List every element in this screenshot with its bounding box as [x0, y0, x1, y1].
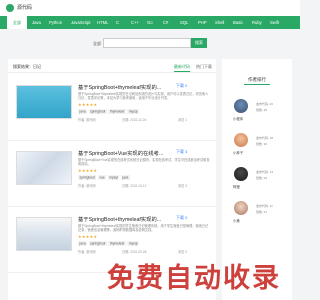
article-tags: springboot vue mysql java: [78, 174, 131, 180]
nav-item-shell[interactable]: Shell: [215, 16, 224, 29]
avatar[interactable]: [234, 201, 248, 215]
tag[interactable]: java: [120, 174, 130, 180]
article-date: 日期: 2022-10-12: [122, 184, 147, 188]
article-tags: java springboot thymeleaf mysql: [78, 240, 140, 246]
search-button[interactable]: 搜索: [191, 38, 207, 48]
download-badge: 下载 0: [176, 215, 188, 220]
author-name[interactable]: 小程序: [233, 116, 243, 121]
article-author: 作者: 源代码: [78, 118, 96, 122]
article-item[interactable]: 基于SpringBoot+Vue实现的在线考... 下载 3 基于SpringB…: [8, 141, 216, 207]
nav-item-python[interactable]: Python: [49, 16, 62, 29]
article-date: 日期: 2022-11-04: [122, 118, 147, 122]
praise-count: 赞数: 36: [256, 142, 268, 146]
article-author: 作者: 源代码: [78, 184, 96, 188]
tab-popular[interactable]: 热门下载: [196, 64, 212, 70]
ranking-item[interactable]: 发布代码: 11 赞数: 21 小美: [222, 199, 292, 233]
download-badge: 下载 0: [176, 83, 188, 88]
category-nav: 全部 Java Python JavaScript HTML C C++ Go …: [0, 16, 300, 29]
tag[interactable]: mysql: [107, 174, 120, 180]
nav-item-html[interactable]: HTML: [97, 16, 108, 29]
praise-count: 赞数: 21: [256, 210, 268, 214]
article-thumbnail[interactable]: [16, 85, 72, 119]
avatar[interactable]: [234, 99, 248, 113]
ranking-item[interactable]: 发布代码: 20 赞数: 45 小程序: [222, 97, 292, 131]
download-badge: 下载 3: [176, 149, 188, 154]
tag[interactable]: java: [78, 108, 88, 114]
article-tags: java springboot thymeleaf mysql: [78, 108, 140, 114]
nav-item-cpp[interactable]: C++: [131, 16, 139, 29]
article-date: 日期: 2022-09-28: [122, 250, 147, 254]
tab-latest[interactable]: 最新代码: [174, 64, 190, 72]
nav-item-swift[interactable]: Swift: [270, 16, 279, 29]
nav-item-all[interactable]: 全部: [7, 16, 27, 29]
site-name[interactable]: 源代码: [17, 4, 32, 11]
nav-item-csharp[interactable]: C#: [163, 16, 168, 29]
avatar[interactable]: [234, 167, 248, 181]
list-header: 搜索结果：日记 最新代码 热门下载: [8, 59, 216, 73]
article-views: 浏览 0: [178, 250, 188, 254]
article-views: 浏览 3: [178, 184, 188, 188]
nav-item-go[interactable]: Go: [147, 16, 153, 29]
code-count: 发布代码: 20: [256, 102, 274, 106]
praise-count: 赞数: 45: [256, 108, 268, 112]
nav-item-ruby[interactable]: Ruby: [252, 16, 262, 29]
logo-icon[interactable]: [6, 4, 14, 12]
tag[interactable]: thymeleaf: [108, 108, 126, 114]
tag[interactable]: springboot: [78, 174, 97, 180]
code-count: 发布代码: 11: [256, 204, 273, 208]
article-description: 基于SpringBoot+thymeleaf实现的学生宿舍日记管理系统，用于学生…: [78, 224, 209, 233]
nav-item-sql[interactable]: SQL: [180, 16, 188, 29]
article-description: 基于SpringBoot+thymeleaf实现的日记网站系统的设计与实现，用户…: [78, 92, 209, 101]
tag[interactable]: mysql: [127, 108, 139, 114]
article-title[interactable]: 基于SpringBoot+thymeleaf实现的...: [78, 215, 161, 223]
nav-item-php[interactable]: PHP: [198, 16, 207, 29]
code-count: 发布代码: 13: [256, 170, 274, 174]
rating-stars: ★★★★★: [78, 168, 98, 173]
article-description: 基于SpringBoot+Vue实现的在线考试系统日记模块，实现在线考试，学生可…: [78, 158, 210, 167]
tag[interactable]: mysql: [127, 240, 139, 246]
tag[interactable]: springboot: [88, 240, 107, 246]
search-input[interactable]: [103, 38, 191, 48]
author-name[interactable]: 小林子: [233, 150, 243, 155]
tag[interactable]: vue: [97, 174, 107, 180]
article-views: 浏览 1: [178, 118, 188, 122]
article-title[interactable]: 基于SpringBoot+thymeleaf实现的...: [78, 83, 161, 91]
article-author: 作者: 源代码: [78, 250, 96, 254]
nav-item-c[interactable]: C: [116, 16, 119, 29]
search-category-select[interactable]: 全部: [93, 41, 101, 47]
article-item[interactable]: 基于SpringBoot+thymeleaf实现的... 下载 0 基于Spri…: [8, 75, 216, 141]
article-title[interactable]: 基于SpringBoot+Vue实现的在线考...: [78, 149, 163, 157]
search-bar: 全部 搜索: [0, 29, 300, 59]
rating-stars: ★★★★★: [78, 102, 98, 107]
article-thumbnail[interactable]: [16, 217, 72, 251]
rating-stars: ★★★★★: [78, 234, 98, 239]
code-count: 发布代码: 18: [256, 136, 274, 140]
nav-item-basic[interactable]: Basic: [233, 16, 243, 29]
tag[interactable]: java: [78, 240, 88, 246]
avatar[interactable]: [234, 133, 248, 147]
author-name[interactable]: 阿狸: [233, 184, 240, 189]
nav-item-java[interactable]: Java: [32, 16, 41, 29]
nav-item-javascript[interactable]: JavaScript: [71, 16, 91, 29]
top-bar: 源代码: [0, 0, 300, 16]
praise-count: 赞数: 29: [256, 176, 268, 180]
search-result-label: 搜索结果：日记: [13, 64, 41, 69]
tag[interactable]: thymeleaf: [108, 240, 126, 246]
ranking-item[interactable]: 发布代码: 18 赞数: 36 小林子: [222, 131, 292, 165]
watermark-text: 免费自动收录: [107, 263, 281, 293]
article-thumbnail[interactable]: [16, 151, 72, 185]
author-name[interactable]: 小美: [233, 218, 240, 223]
title-underline: [244, 84, 270, 85]
ranking-item[interactable]: 发布代码: 13 赞数: 29 阿狸: [222, 165, 292, 199]
tag[interactable]: springboot: [88, 108, 107, 114]
ranking-title: 作者排行: [248, 77, 266, 82]
